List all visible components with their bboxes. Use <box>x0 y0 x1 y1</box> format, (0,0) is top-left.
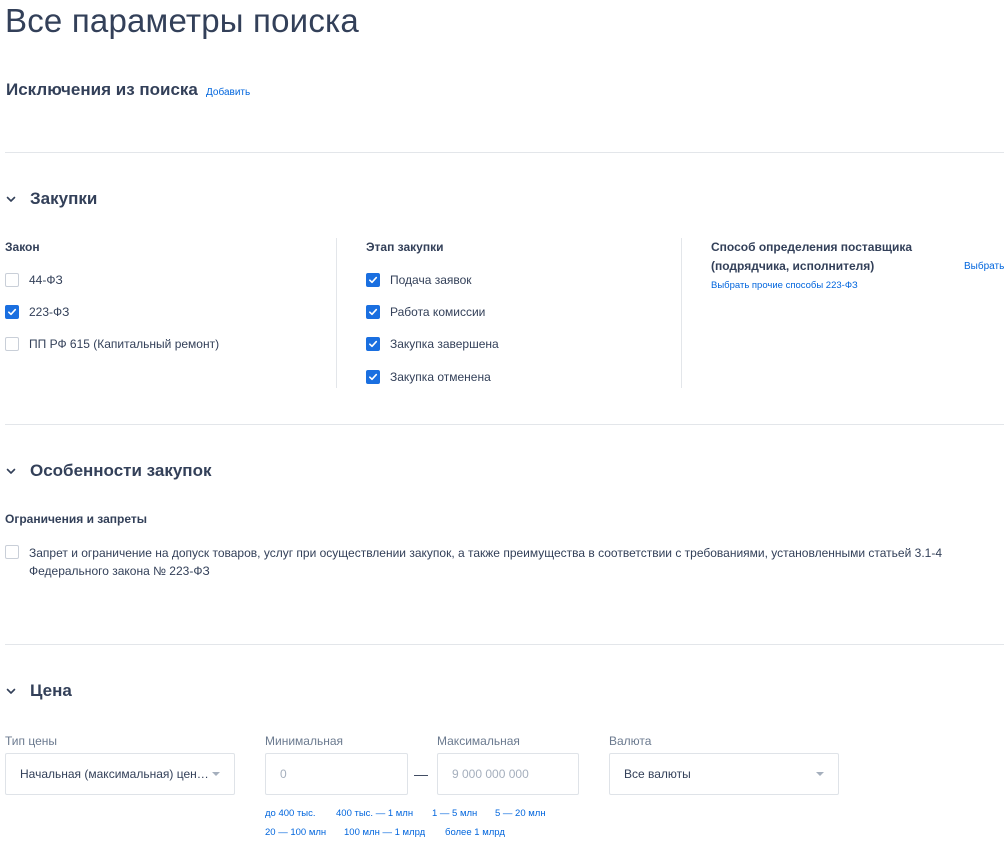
checkbox-stage-submission[interactable]: Подача заявок <box>366 273 472 287</box>
section-title-price: Цена <box>30 681 72 700</box>
price-type-select[interactable]: Начальная (максимальная) цена к... <box>5 753 235 795</box>
chevron-down-icon <box>5 193 17 205</box>
checkbox-box[interactable] <box>5 545 19 559</box>
checkbox-label: 223-ФЗ <box>29 305 70 319</box>
checkbox-44fz[interactable]: 44-ФЗ <box>5 273 63 287</box>
price-preset[interactable]: 100 млн — 1 млрд <box>344 827 425 838</box>
divider <box>5 152 1004 153</box>
price-preset[interactable]: более 1 млрд <box>445 827 505 838</box>
price-max-field[interactable] <box>437 753 579 795</box>
checkbox-box[interactable] <box>5 273 19 287</box>
checkbox-box[interactable] <box>366 305 380 319</box>
range-dash: — <box>414 766 428 782</box>
price-preset[interactable]: 20 — 100 млн <box>265 827 326 838</box>
price-type-label: Тип цены <box>5 734 58 748</box>
stage-title: Этап закупки <box>366 240 444 254</box>
checkbox-pp615[interactable]: ПП РФ 615 (Капитальный ремонт) <box>5 337 219 351</box>
chevron-down-icon <box>5 685 17 697</box>
checkbox-stage-cancelled[interactable]: Закупка отменена <box>366 370 491 384</box>
checkbox-box[interactable] <box>366 370 380 384</box>
checkbox-223fz[interactable]: 223-ФЗ <box>5 305 69 319</box>
checkbox-label: Закупка завершена <box>390 337 499 351</box>
page-title: Все параметры поиска <box>5 2 359 39</box>
dropdown-caret-icon <box>212 772 220 776</box>
section-toggle-purchases[interactable]: Закупки <box>5 189 97 209</box>
price-min-label: Минимальная <box>265 734 344 748</box>
method-title: Способ определения поставщика (подрядчик… <box>711 238 912 276</box>
price-preset[interactable]: до 400 тыс. <box>265 808 316 819</box>
checkbox-box[interactable] <box>5 305 19 319</box>
checkbox-box[interactable] <box>366 337 380 351</box>
column-separator <box>681 238 682 388</box>
checkbox-restrictions[interactable] <box>5 545 29 559</box>
price-min-field[interactable] <box>265 753 408 795</box>
section-toggle-price[interactable]: Цена <box>5 681 72 701</box>
checkbox-label: ПП РФ 615 (Капитальный ремонт) <box>29 337 220 351</box>
currency-select[interactable]: Все валюты <box>609 753 839 795</box>
checkbox-label: Запрет и ограничение на допуск товаров, … <box>29 546 942 578</box>
chevron-down-icon <box>5 465 17 477</box>
divider <box>5 644 1004 645</box>
section-title-purchases: Закупки <box>30 189 98 208</box>
method-choose-link[interactable]: Выбрать <box>964 261 1004 272</box>
method-title-line2: (подрядчика, исполнителя) <box>711 259 875 273</box>
currency-label: Валюта <box>609 734 652 748</box>
method-other-link[interactable]: Выбрать прочие способы 223-ФЗ <box>711 280 858 291</box>
law-title: Закон <box>5 240 40 254</box>
checkbox-box[interactable] <box>5 337 19 351</box>
price-preset[interactable]: 1 — 5 млн <box>432 808 477 819</box>
column-separator <box>336 238 337 388</box>
method-title-line1: Способ определения поставщика <box>711 240 913 254</box>
dropdown-caret-icon <box>816 772 824 776</box>
checkbox-label: Подача заявок <box>390 273 472 287</box>
section-toggle-features[interactable]: Особенности закупок <box>5 461 211 481</box>
checkbox-box[interactable] <box>366 273 380 287</box>
exclusions-title: Исключения из поиска <box>6 80 198 99</box>
checkbox-label: Работа комиссии <box>390 305 486 319</box>
price-preset[interactable]: 400 тыс. — 1 млн <box>336 808 413 819</box>
checkbox-stage-completed[interactable]: Закупка завершена <box>366 337 499 351</box>
price-preset[interactable]: 5 — 20 млн <box>495 808 546 819</box>
price-max-input[interactable] <box>452 767 564 781</box>
price-type-value: Начальная (максимальная) цена к... <box>20 767 210 781</box>
exclusions-add-link[interactable]: Добавить <box>206 87 250 98</box>
price-max-label: Максимальная <box>437 734 520 748</box>
checkbox-stage-commission[interactable]: Работа комиссии <box>366 305 485 319</box>
divider <box>5 424 1004 425</box>
section-title-features: Особенности закупок <box>30 461 212 480</box>
currency-value: Все валюты <box>624 767 691 781</box>
checkbox-label: Закупка отменена <box>390 370 491 384</box>
checkbox-label: 44-ФЗ <box>29 273 63 287</box>
restrictions-title: Ограничения и запреты <box>5 512 147 526</box>
price-min-input[interactable] <box>280 767 393 781</box>
